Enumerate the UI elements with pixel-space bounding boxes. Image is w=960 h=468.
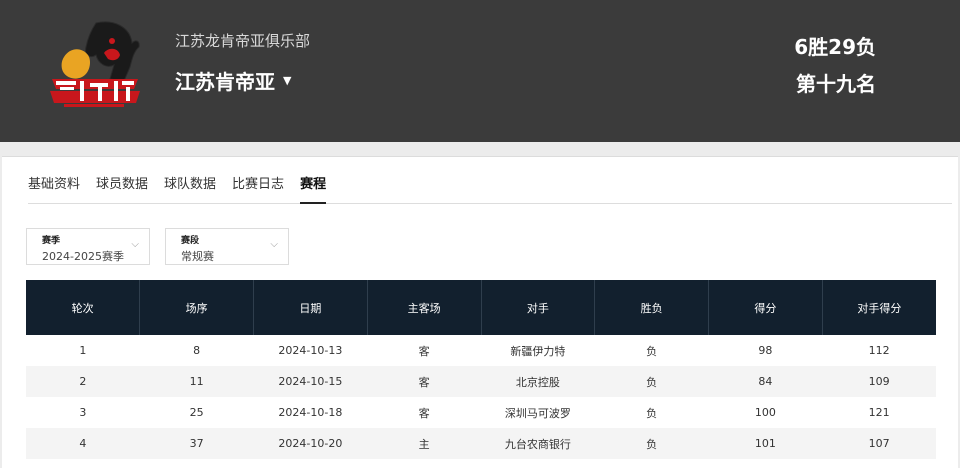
- team-selector[interactable]: 江苏肯帝亚 ▼: [175, 66, 291, 95]
- cell-date: 2024-10-20: [253, 428, 368, 459]
- cell-opponent-score: 121: [868, 406, 890, 419]
- chevron-down-icon: ⌵: [131, 239, 139, 250]
- stage-select[interactable]: 赛段 常规赛 ⌵: [165, 228, 289, 265]
- column-header-game-number: 场序: [139, 280, 254, 335]
- schedule-table: 轮次 场序 日期 主客场 对手 胜负 得分 对手得分 1 8 2024-10-1…: [26, 280, 936, 459]
- cell-round: 4: [26, 428, 140, 459]
- cell-opponent: 北京控股: [481, 366, 595, 397]
- cell-home-away: 客: [418, 344, 430, 358]
- cell-home-away: 主: [367, 428, 481, 459]
- column-header-date: 日期: [253, 280, 368, 335]
- cell-date: 2024-10-13: [278, 344, 343, 357]
- tab-basic-info[interactable]: 基础资料: [28, 175, 80, 204]
- cell-opponent-score: 112: [868, 344, 890, 357]
- cell-score: 100: [754, 406, 776, 419]
- season-select[interactable]: 赛季 2024-2025赛季 ⌵: [26, 228, 150, 265]
- team-name: 江苏肯帝亚: [175, 70, 275, 94]
- season-select-label: 赛季: [42, 236, 61, 246]
- table-row: 2 11 2024-10-15 客 北京控股 负 84 109: [26, 366, 936, 397]
- team-logo: [44, 17, 146, 109]
- cell-score: 98: [758, 344, 773, 357]
- table-header-row: 轮次 场序 日期 主客场 对手 胜负 得分 对手得分: [26, 280, 936, 335]
- caret-down-icon: ▼: [283, 74, 292, 87]
- table-row: 1 8 2024-10-13 客 新疆伊力特 负 98 112: [26, 335, 936, 366]
- stage-select-label: 赛段: [181, 236, 200, 246]
- cell-opponent-score: 107: [822, 428, 936, 459]
- cell-round: 3: [79, 406, 87, 419]
- cell-opponent-score: 109: [822, 366, 936, 397]
- team-rank: 第十九名: [796, 72, 876, 96]
- cell-opponent: 深圳马可波罗: [504, 406, 571, 420]
- cell-result: 负: [646, 406, 658, 420]
- cell-round: 1: [79, 344, 87, 357]
- column-header-opponent-score: 对手得分: [822, 280, 936, 335]
- team-header: 江苏龙肯帝亚俱乐部 江苏肯帝亚 ▼ 6胜29负 第十九名: [0, 0, 960, 142]
- cell-score: 101: [708, 428, 823, 459]
- cell-date: 2024-10-18: [278, 406, 343, 419]
- column-header-opponent: 对手: [481, 280, 596, 335]
- cell-game-number: 8: [193, 344, 201, 357]
- cell-result: 负: [594, 428, 709, 459]
- tab-bar: 基础资料 球员数据 球队数据 比赛日志 赛程: [28, 175, 952, 204]
- cell-date: 2024-10-15: [253, 366, 368, 397]
- cell-home-away: 客: [367, 366, 481, 397]
- cell-home-away: 客: [418, 406, 430, 420]
- cell-opponent: 新疆伊力特: [510, 344, 566, 358]
- column-header-score: 得分: [708, 280, 823, 335]
- cell-score: 84: [708, 366, 823, 397]
- season-select-value: 2024-2025赛季: [42, 250, 124, 263]
- stage-select-value: 常规赛: [181, 250, 214, 263]
- chevron-down-icon: ⌵: [270, 239, 278, 250]
- table-row: 4 37 2024-10-20 主 九台农商银行 负 101 107: [26, 428, 936, 459]
- cell-opponent: 九台农商银行: [481, 428, 595, 459]
- tab-game-log[interactable]: 比赛日志: [232, 175, 284, 204]
- table-row: 3 25 2024-10-18 客 深圳马可波罗 负 100 121: [26, 397, 936, 428]
- cell-game-number: 37: [139, 428, 254, 459]
- club-name: 江苏龙肯帝亚俱乐部: [175, 32, 311, 50]
- tab-player-stats[interactable]: 球员数据: [96, 175, 148, 204]
- team-record: 6胜29负: [794, 35, 876, 59]
- column-header-round: 轮次: [26, 280, 141, 335]
- cell-round: 2: [26, 366, 140, 397]
- column-header-result: 胜负: [594, 280, 709, 335]
- cell-game-number: 25: [189, 406, 204, 419]
- cell-result: 负: [594, 366, 709, 397]
- content-panel: 基础资料 球员数据 球队数据 比赛日志 赛程 赛季 2024-2025赛季 ⌵ …: [2, 156, 958, 468]
- column-header-home-away: 主客场: [367, 280, 482, 335]
- cell-result: 负: [646, 344, 658, 358]
- cell-game-number: 11: [139, 366, 254, 397]
- tab-schedule[interactable]: 赛程: [300, 175, 327, 204]
- tab-team-stats[interactable]: 球队数据: [164, 175, 216, 204]
